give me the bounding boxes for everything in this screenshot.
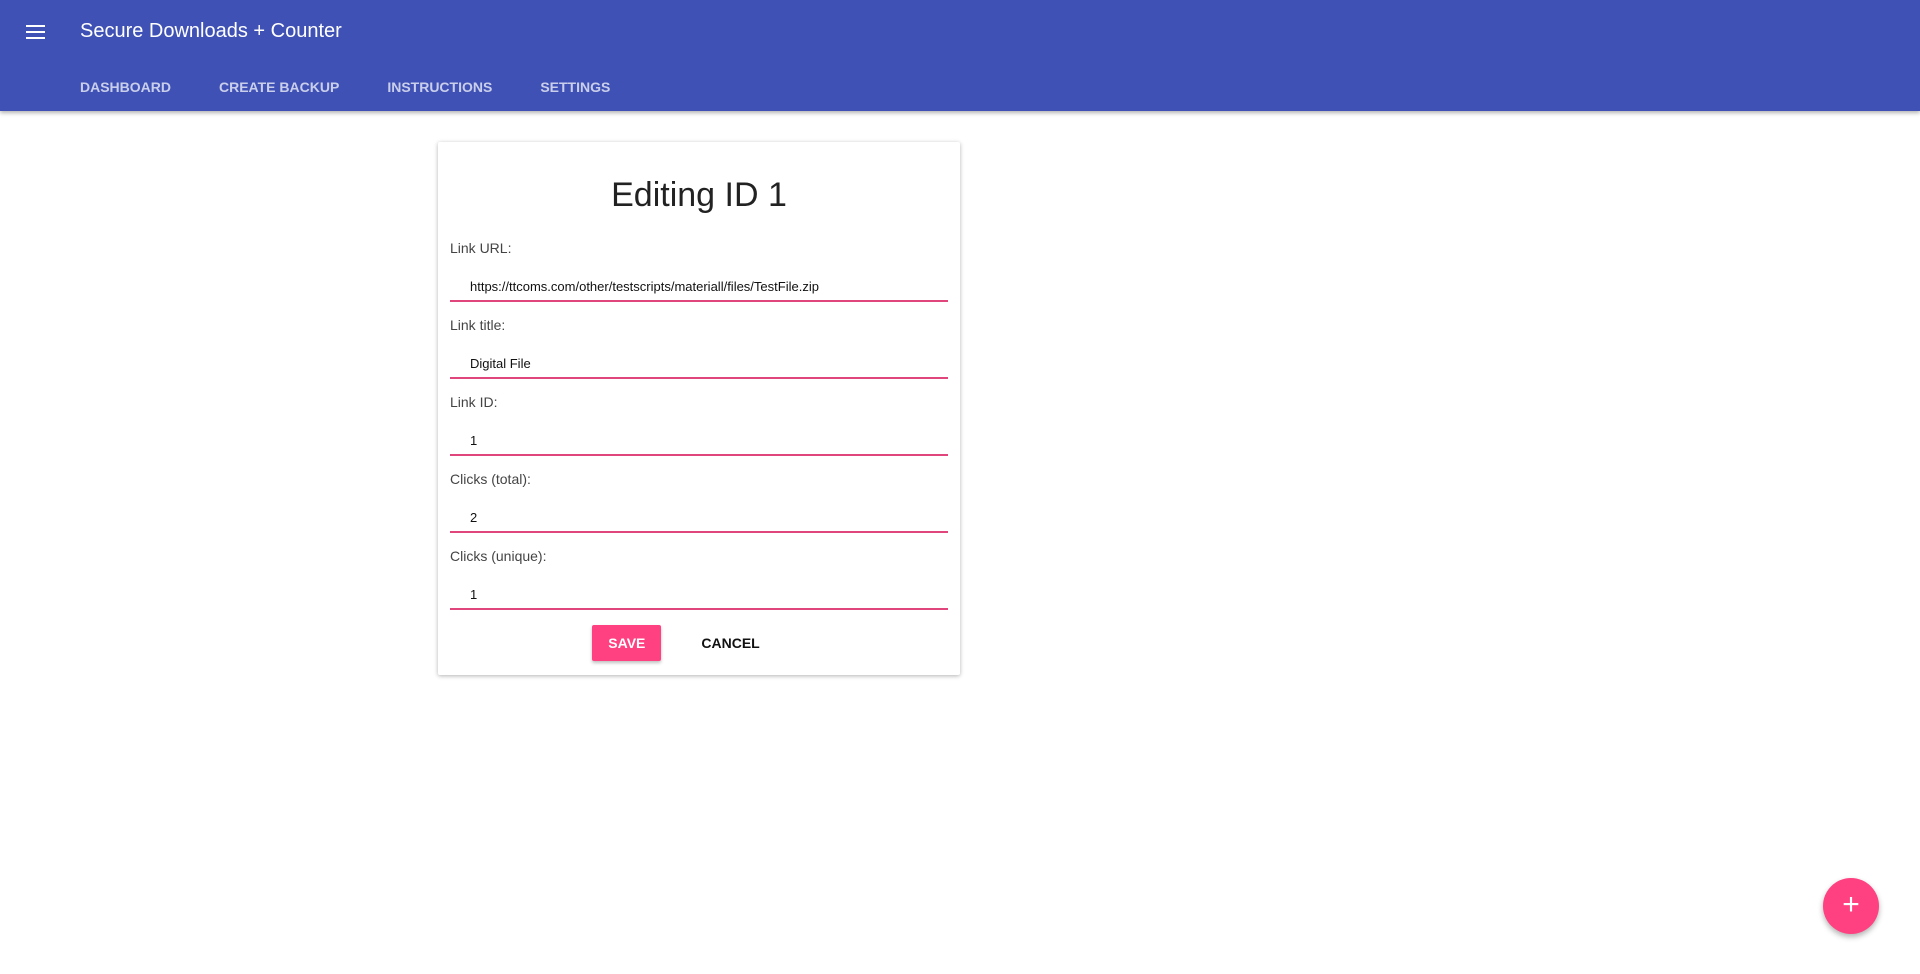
save-button[interactable]: SAVE (592, 625, 662, 661)
edit-card: Editing ID 1 Link URL: Link title: Link … (438, 142, 960, 675)
page-title: Editing ID 1 (611, 176, 787, 214)
clicks-unique-field: Clicks (unique): (450, 540, 948, 617)
cancel-button[interactable]: CANCEL (685, 625, 775, 661)
tab-dashboard[interactable]: DASHBOARD (80, 79, 171, 95)
tab-settings[interactable]: SETTINGS (540, 79, 610, 95)
clicks-total-label: Clicks (total): (450, 471, 531, 487)
clicks-unique-input[interactable] (450, 580, 948, 610)
app-bar: Secure Downloads + Counter DASHBOARD CRE… (0, 0, 1920, 111)
link-title-field: Link title: (450, 309, 948, 386)
link-url-field: Link URL: (450, 232, 948, 309)
clicks-total-input[interactable] (450, 503, 948, 533)
tab-create-backup[interactable]: CREATE BACKUP (219, 79, 339, 95)
form-actions: SAVE CANCEL (420, 625, 948, 661)
clicks-total-field: Clicks (total): (450, 463, 948, 540)
link-id-input[interactable] (450, 426, 948, 456)
link-url-input[interactable] (450, 272, 948, 302)
tab-instructions[interactable]: INSTRUCTIONS (387, 79, 492, 95)
clicks-unique-label: Clicks (unique): (450, 548, 547, 564)
menu-icon[interactable] (24, 22, 48, 42)
plus-icon: + (1842, 888, 1860, 921)
link-id-field: Link ID: (450, 386, 948, 463)
nav-tabs: DASHBOARD CREATE BACKUP INSTRUCTIONS SET… (80, 79, 610, 95)
link-title-input[interactable] (450, 349, 948, 379)
link-url-label: Link URL: (450, 240, 512, 256)
link-title-label: Link title: (450, 317, 506, 333)
add-button[interactable]: + (1823, 878, 1879, 934)
app-title: Secure Downloads + Counter (80, 20, 342, 42)
link-id-label: Link ID: (450, 394, 498, 410)
